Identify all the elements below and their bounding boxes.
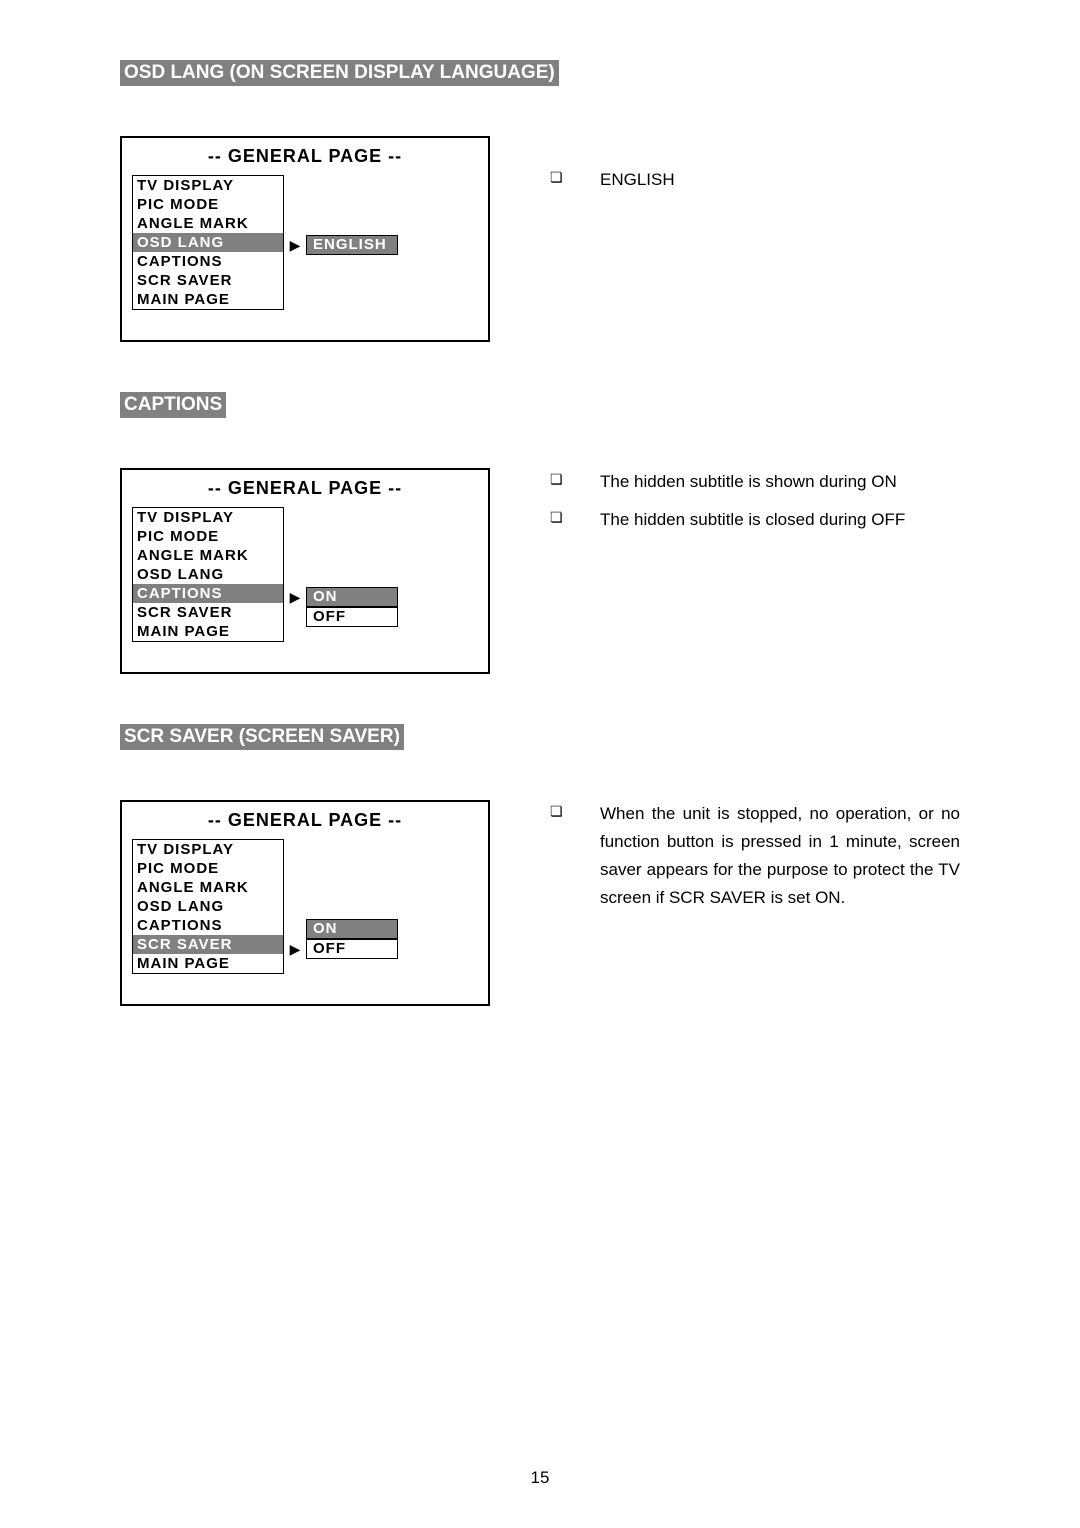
section-header-scr-saver: SCR SAVER (SCREEN SAVER) bbox=[120, 724, 404, 750]
menu-item-pic-mode[interactable]: PIC MODE bbox=[133, 195, 283, 214]
menu-column: TV DISPLAY PIC MODE ANGLE MARK OSD LANG … bbox=[132, 507, 284, 642]
bullet-text-captions-on: The hidden subtitle is shown during ON bbox=[600, 468, 960, 496]
menu-item-scr-saver[interactable]: SCR SAVER bbox=[133, 271, 283, 290]
menu-item-main-page[interactable]: MAIN PAGE bbox=[133, 622, 283, 641]
bullet-icon: ❏ bbox=[550, 468, 600, 490]
menu-item-main-page[interactable]: MAIN PAGE bbox=[133, 290, 283, 309]
menu-item-captions[interactable]: CAPTIONS bbox=[133, 584, 283, 603]
option-on[interactable]: ON bbox=[306, 919, 398, 939]
menu-item-captions[interactable]: CAPTIONS bbox=[133, 252, 283, 271]
osd-box-captions: -- GENERAL PAGE -- TV DISPLAY PIC MODE A… bbox=[120, 468, 490, 674]
bullet-icon: ❏ bbox=[550, 506, 600, 528]
menu-item-tv-display[interactable]: TV DISPLAY bbox=[133, 840, 283, 859]
triangle-right-icon: ▶ bbox=[284, 939, 306, 959]
menu-item-captions[interactable]: CAPTIONS bbox=[133, 916, 283, 935]
triangle-right-icon: ▶ bbox=[284, 587, 306, 607]
menu-item-angle-mark[interactable]: ANGLE MARK bbox=[133, 878, 283, 897]
menu-column: TV DISPLAY PIC MODE ANGLE MARK OSD LANG … bbox=[132, 839, 284, 974]
osd-title: -- GENERAL PAGE -- bbox=[132, 810, 478, 831]
bullet-icon: ❏ bbox=[550, 800, 600, 822]
menu-item-scr-saver[interactable]: SCR SAVER bbox=[133, 935, 283, 954]
menu-item-scr-saver[interactable]: SCR SAVER bbox=[133, 603, 283, 622]
menu-item-pic-mode[interactable]: PIC MODE bbox=[133, 527, 283, 546]
description-captions: ❏ The hidden subtitle is shown during ON… bbox=[550, 468, 960, 544]
bullet-text-english: ENGLISH bbox=[600, 166, 960, 194]
section-header-captions: CAPTIONS bbox=[120, 392, 226, 418]
menu-item-osd-lang[interactable]: OSD LANG bbox=[133, 233, 283, 252]
option-off[interactable]: OFF bbox=[306, 939, 398, 959]
bullet-text-captions-off: The hidden subtitle is closed during OFF bbox=[600, 506, 960, 534]
osd-title: -- GENERAL PAGE -- bbox=[132, 478, 478, 499]
option-off[interactable]: OFF bbox=[306, 607, 398, 627]
option-english[interactable]: ENGLISH bbox=[306, 235, 398, 255]
osd-box-osd-lang: -- GENERAL PAGE -- TV DISPLAY PIC MODE A… bbox=[120, 136, 490, 342]
page-number: 15 bbox=[0, 1468, 1080, 1488]
description-scr-saver: ❏ When the unit is stopped, no operation… bbox=[550, 800, 960, 922]
menu-item-main-page[interactable]: MAIN PAGE bbox=[133, 954, 283, 973]
osd-title: -- GENERAL PAGE -- bbox=[132, 146, 478, 167]
osd-box-scr-saver: -- GENERAL PAGE -- TV DISPLAY PIC MODE A… bbox=[120, 800, 490, 1006]
menu-item-pic-mode[interactable]: PIC MODE bbox=[133, 859, 283, 878]
menu-item-angle-mark[interactable]: ANGLE MARK bbox=[133, 546, 283, 565]
menu-item-osd-lang[interactable]: OSD LANG bbox=[133, 897, 283, 916]
bullet-icon: ❏ bbox=[550, 166, 600, 188]
menu-item-osd-lang[interactable]: OSD LANG bbox=[133, 565, 283, 584]
menu-column: TV DISPLAY PIC MODE ANGLE MARK OSD LANG … bbox=[132, 175, 284, 310]
section-header-osd-lang: OSD LANG (ON SCREEN DISPLAY LANGUAGE) bbox=[120, 60, 559, 86]
description-osd-lang: ❏ ENGLISH bbox=[550, 136, 960, 204]
menu-item-tv-display[interactable]: TV DISPLAY bbox=[133, 176, 283, 195]
triangle-right-icon: ▶ bbox=[284, 235, 306, 255]
bullet-text-scr-saver: When the unit is stopped, no operation, … bbox=[600, 800, 960, 912]
menu-item-tv-display[interactable]: TV DISPLAY bbox=[133, 508, 283, 527]
menu-item-angle-mark[interactable]: ANGLE MARK bbox=[133, 214, 283, 233]
option-on[interactable]: ON bbox=[306, 587, 398, 607]
